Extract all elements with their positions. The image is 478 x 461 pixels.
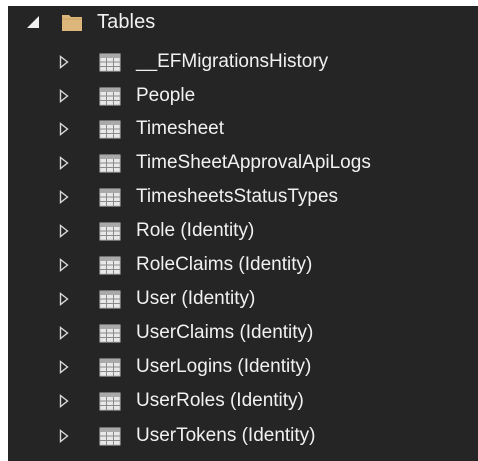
tree-node-table[interactable]: UserClaims (Identity) bbox=[8, 316, 478, 350]
tree-node-label: __EFMigrationsHistory bbox=[136, 51, 329, 72]
tree-node-label: UserLogins (Identity) bbox=[136, 356, 312, 377]
collapsed-caret-icon[interactable] bbox=[59, 292, 69, 306]
collapsed-caret-icon[interactable] bbox=[59, 224, 69, 238]
collapsed-caret-icon[interactable] bbox=[59, 258, 69, 272]
table-icon bbox=[99, 154, 121, 173]
table-icon bbox=[99, 324, 121, 343]
collapsed-caret-icon[interactable] bbox=[59, 89, 69, 103]
collapsed-caret-icon[interactable] bbox=[59, 156, 69, 170]
table-icon bbox=[99, 53, 121, 72]
tree-node-label: UserTokens (Identity) bbox=[136, 425, 316, 446]
tree-node-table[interactable]: Role (Identity) bbox=[8, 214, 478, 248]
collapsed-caret-icon[interactable] bbox=[59, 429, 69, 443]
collapsed-caret-icon[interactable] bbox=[59, 360, 69, 374]
tree-node-label: Role (Identity) bbox=[136, 220, 255, 241]
tree-node-table[interactable]: TimesheetsStatusTypes bbox=[8, 180, 478, 214]
tree-node-table[interactable]: TimeSheetApprovalApiLogs bbox=[8, 146, 478, 180]
tree-node-table[interactable]: UserRoles (Identity) bbox=[8, 384, 478, 418]
tree-node-label: UserClaims (Identity) bbox=[136, 322, 314, 343]
table-icon bbox=[99, 358, 121, 377]
table-icon bbox=[99, 427, 121, 446]
table-icon bbox=[99, 392, 121, 411]
collapsed-caret-icon[interactable] bbox=[59, 190, 69, 204]
table-icon bbox=[99, 222, 121, 241]
expanded-caret-icon[interactable] bbox=[26, 15, 40, 29]
table-icon bbox=[99, 256, 121, 275]
tree-node-label: TimeSheetApprovalApiLogs bbox=[136, 152, 371, 173]
tree-node-table[interactable]: __EFMigrationsHistory bbox=[8, 45, 478, 79]
tree-node-label: Timesheet bbox=[136, 118, 224, 139]
table-icon bbox=[99, 188, 121, 207]
collapsed-caret-icon[interactable] bbox=[59, 394, 69, 408]
tree-node-label: User (Identity) bbox=[136, 288, 256, 309]
table-icon bbox=[99, 120, 121, 139]
tree-node-table[interactable]: RoleClaims (Identity) bbox=[8, 248, 478, 282]
tree-node-label: UserRoles (Identity) bbox=[136, 390, 304, 411]
table-icon bbox=[99, 87, 121, 106]
object-explorer-tree: Tables __EFMigrationsHistory People Timesh… bbox=[8, 6, 478, 461]
collapsed-caret-icon[interactable] bbox=[59, 55, 69, 69]
collapsed-caret-icon[interactable] bbox=[59, 122, 69, 136]
tree-node-table[interactable]: UserLogins (Identity) bbox=[8, 350, 478, 384]
tree-node-table[interactable]: Timesheet bbox=[8, 112, 478, 146]
tree-node-label: People bbox=[136, 85, 196, 106]
tree-node-table[interactable]: User (Identity) bbox=[8, 282, 478, 316]
tree-node-label: TimesheetsStatusTypes bbox=[136, 186, 339, 207]
collapsed-caret-icon[interactable] bbox=[59, 326, 69, 340]
tree-node-label: RoleClaims (Identity) bbox=[136, 254, 313, 275]
tree-node-tables[interactable]: Tables bbox=[8, 6, 478, 40]
tree-node-table[interactable]: UserTokens (Identity) bbox=[8, 419, 478, 453]
tree-node-label: Tables bbox=[97, 11, 156, 33]
folder-icon bbox=[62, 15, 82, 31]
tree-node-table[interactable]: People bbox=[8, 79, 478, 113]
table-icon bbox=[99, 290, 121, 309]
